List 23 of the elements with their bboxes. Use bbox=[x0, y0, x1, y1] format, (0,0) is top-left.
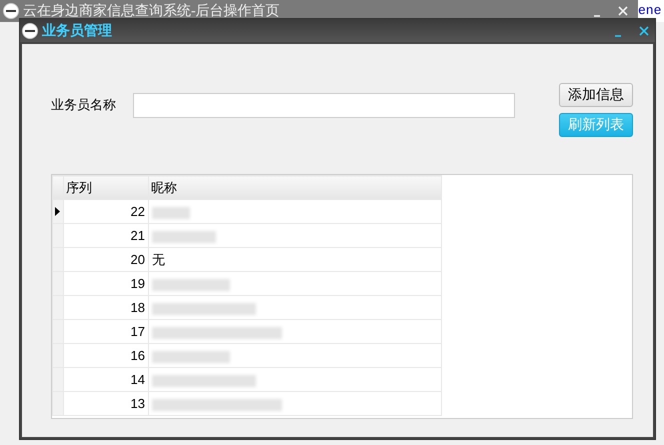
table-cell: 21 bbox=[64, 224, 148, 248]
row-header[interactable] bbox=[52, 200, 64, 224]
table-cell: 18 bbox=[64, 296, 148, 320]
current-row-icon bbox=[55, 207, 60, 216]
table-cell: 20 bbox=[64, 248, 148, 272]
table-cell: 14 bbox=[64, 368, 148, 392]
table-cell: 16 bbox=[64, 344, 148, 368]
table-cell: 13 bbox=[64, 392, 148, 416]
logo-icon bbox=[22, 22, 38, 38]
table-cell: 17 bbox=[64, 320, 148, 344]
column-header: 昵称 bbox=[148, 176, 442, 200]
window-title: 云在身边商家信息查询系统-后台操作首页 bbox=[23, 2, 281, 20]
table-cell: 19 bbox=[64, 272, 148, 296]
table-cell: 22 bbox=[64, 200, 148, 224]
window-title: 业务员管理 bbox=[42, 22, 113, 40]
close-icon[interactable] bbox=[638, 24, 650, 36]
row-header bbox=[52, 176, 64, 200]
name-field[interactable] bbox=[133, 92, 515, 118]
logo-icon bbox=[3, 3, 19, 19]
add-button[interactable]: 添加信息 bbox=[559, 83, 633, 107]
table-cell: 无 bbox=[148, 248, 442, 272]
column-header: 序列 bbox=[64, 176, 148, 200]
field-label: 业务员名称 bbox=[51, 96, 117, 114]
